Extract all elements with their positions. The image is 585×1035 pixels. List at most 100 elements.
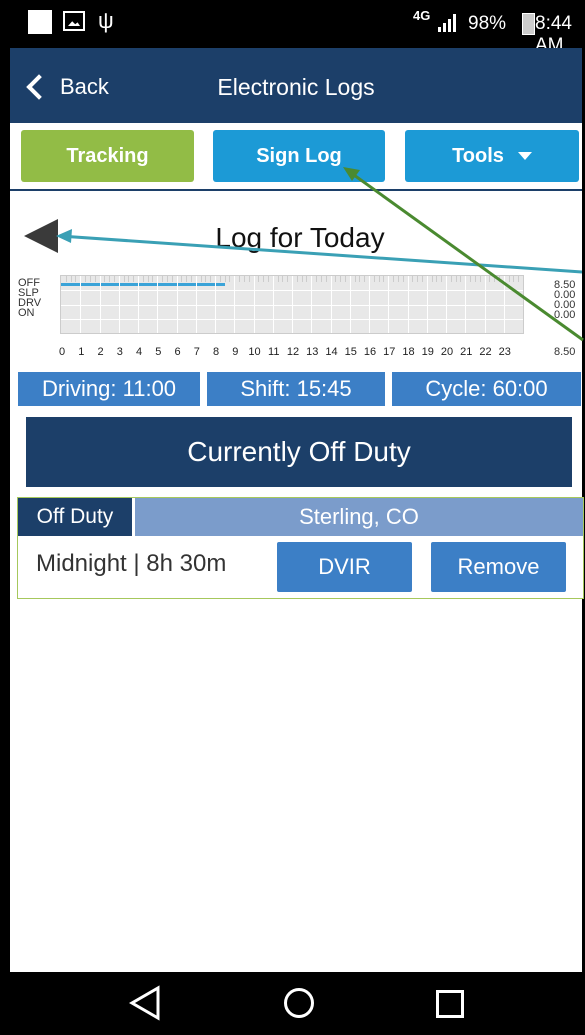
hour-label: 20 <box>440 346 454 358</box>
grid-quarter-tick <box>109 276 111 282</box>
grid-quarter-tick <box>320 276 322 282</box>
hour-label: 0 <box>58 346 66 358</box>
hour-label: 5 <box>155 346 162 358</box>
grid-quarter-tick <box>296 276 298 282</box>
grid-quarter-tick <box>383 276 385 282</box>
hour-label: 7 <box>193 346 200 358</box>
grid-quarter-tick <box>229 276 231 282</box>
current-status-banner: Currently Off Duty <box>26 417 572 487</box>
app-header: Back Electronic Logs <box>10 48 582 123</box>
grid-quarter-tick <box>287 276 289 282</box>
network-type: 4G <box>413 8 431 23</box>
grid-quarter-tick <box>70 276 72 282</box>
grid-quarter-tick <box>402 276 404 282</box>
grid-quarter-tick <box>277 276 279 282</box>
grid-quarter-tick <box>393 276 395 282</box>
grid-quarter-tick <box>436 276 438 282</box>
grid-quarter-tick <box>306 276 308 282</box>
grid-quarter-tick <box>354 276 356 282</box>
hour-labels: 0 1 2 3 4 5 6 7 8 9 10 11 12 13 14 15 16 17 18 19 20 21 22 23 <box>56 346 531 358</box>
grid-quarter-tick <box>479 276 481 282</box>
grid-quarter-tick <box>147 276 149 282</box>
duty-row-totals: 8.50 0.00 0.00 0.00 <box>554 280 576 321</box>
grid-quarter-tick <box>94 276 96 282</box>
grid-quarter-tick <box>186 276 188 282</box>
grid-quarter-tick <box>171 276 173 282</box>
grid-quarter-tick <box>470 276 472 282</box>
caret-down-icon <box>517 152 532 160</box>
hour-label: 17 <box>383 346 396 358</box>
hour-label: 1 <box>78 346 85 358</box>
event-location: Sterling, CO <box>135 498 583 536</box>
tools-dropdown-button[interactable]: Tools <box>405 130 579 182</box>
nav-recents-icon[interactable] <box>436 990 464 1018</box>
row-total-on: 0.00 <box>554 309 576 321</box>
page-title: Electronic Logs <box>217 74 375 100</box>
nav-back-icon[interactable] <box>128 985 160 1021</box>
battery-percent: 98% <box>468 13 507 34</box>
grid-quarter-tick <box>474 276 476 282</box>
grid-quarter-tick <box>494 276 496 282</box>
hour-label: 23 <box>498 346 511 358</box>
hour-label: 2 <box>97 346 104 358</box>
grid-quarter-tick <box>104 276 106 282</box>
hour-label: 19 <box>421 346 434 358</box>
dvir-button[interactable]: DVIR <box>277 542 412 592</box>
hour-label: 14 <box>325 346 338 358</box>
log-title: Log for Today <box>215 222 385 253</box>
grid-quarter-tick <box>508 276 510 282</box>
grid-quarter-tick <box>65 276 67 282</box>
grid-quarter-tick <box>397 276 399 282</box>
hour-label: 12 <box>286 346 300 358</box>
grid-quarter-tick <box>455 276 457 282</box>
screen-frame-left <box>0 0 10 1035</box>
grid-quarter-tick <box>282 276 284 282</box>
hour-label: 15 <box>344 346 357 358</box>
cycle-time: Cycle: 60:00 <box>392 372 581 406</box>
image-icon <box>63 11 85 31</box>
annotation-arrowhead-prev <box>56 229 72 243</box>
grid-quarter-tick <box>258 276 260 282</box>
hour-label: 22 <box>479 346 492 358</box>
duty-row-labels: OFF SLP DRV ON <box>18 278 41 319</box>
tracking-button[interactable]: Tracking <box>21 130 194 182</box>
remove-button[interactable]: Remove <box>431 542 566 592</box>
hour-label: 18 <box>402 346 415 358</box>
hour-label: 13 <box>306 346 319 358</box>
grid-row-line <box>61 304 523 306</box>
hour-label: 8 <box>212 346 220 358</box>
status-bar: ψ 4G 98% 8:44 AM <box>10 0 582 56</box>
grid-quarter-tick <box>335 276 337 282</box>
grid-quarter-tick <box>441 276 443 282</box>
grid-quarter-tick <box>113 276 115 282</box>
grid-quarter-tick <box>243 276 245 282</box>
event-duty-status: Off Duty <box>18 498 132 536</box>
log-total: 8.50 <box>554 346 576 358</box>
shift-time: Shift: 15:45 <box>207 372 385 406</box>
grid-quarter-tick <box>123 276 125 282</box>
grid-quarter-tick <box>89 276 91 282</box>
hour-label: 16 <box>363 346 377 358</box>
grid-quarter-tick <box>344 276 346 282</box>
grid-quarter-tick <box>85 276 87 282</box>
grid-quarter-tick <box>248 276 250 282</box>
grid-quarter-tick <box>450 276 452 282</box>
sign-log-button[interactable]: Sign Log <box>213 130 385 182</box>
grid-quarter-tick <box>518 276 520 282</box>
grid-quarter-tick <box>373 276 375 282</box>
hour-label: 21 <box>460 346 473 358</box>
previous-day-arrow-icon[interactable] <box>24 219 58 253</box>
nav-home-icon[interactable] <box>284 988 314 1018</box>
event-time: Midnight | 8h 30m <box>36 550 227 577</box>
hour-label: 3 <box>116 346 123 358</box>
grid-quarter-tick <box>513 276 515 282</box>
grid-quarter-tick <box>340 276 342 282</box>
grid-quarter-tick <box>489 276 491 282</box>
toolbar-divider <box>10 189 582 191</box>
grid-quarter-tick <box>359 276 361 282</box>
usb-icon: ψ <box>98 8 114 33</box>
grid-quarter-tick <box>162 276 164 282</box>
hour-label: 9 <box>232 346 239 358</box>
log-event-card: Off Duty Sterling, CO Midnight | 8h 30m … <box>17 497 584 599</box>
grid-quarter-tick <box>498 276 500 282</box>
